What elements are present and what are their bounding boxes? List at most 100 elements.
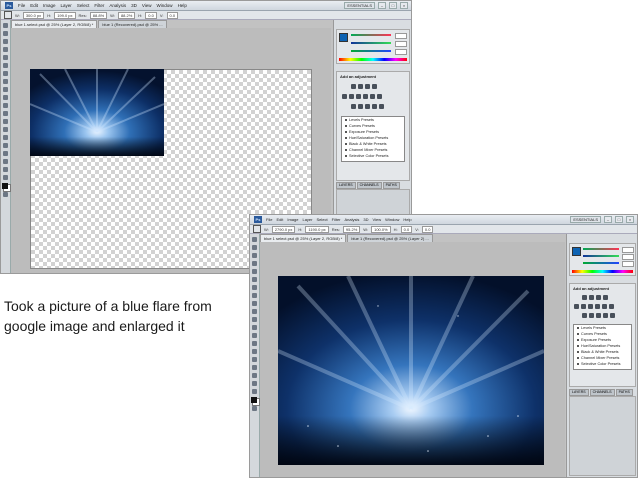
tab-channels[interactable]: CHANNELS bbox=[589, 389, 615, 396]
height-field[interactable]: 1190.0 px bbox=[305, 225, 329, 233]
foreground-color-swatch[interactable] bbox=[572, 247, 581, 256]
minimize-button[interactable]: – bbox=[604, 216, 612, 223]
menu-select[interactable]: Select bbox=[77, 3, 90, 8]
hand-tool-icon[interactable] bbox=[252, 381, 257, 386]
menu-3d[interactable]: 3D bbox=[131, 3, 137, 8]
type-tool-icon[interactable] bbox=[3, 143, 8, 148]
menu-layer[interactable]: Layer bbox=[302, 217, 312, 222]
move-tool-icon[interactable] bbox=[3, 23, 8, 28]
tab-paths[interactable]: PATHS bbox=[382, 182, 400, 189]
lasso-tool-icon[interactable] bbox=[3, 39, 8, 44]
eraser-tool-icon[interactable] bbox=[252, 317, 257, 322]
dodge-tool-icon[interactable] bbox=[3, 127, 8, 132]
menu-window[interactable]: Window bbox=[385, 217, 399, 222]
black-white-icon[interactable] bbox=[595, 304, 600, 309]
quick-select-tool-icon[interactable] bbox=[252, 261, 257, 266]
move-tool-icon[interactable] bbox=[252, 237, 257, 242]
exposure-icon[interactable] bbox=[603, 295, 608, 300]
color-balance-icon[interactable] bbox=[356, 94, 361, 99]
dodge-tool-icon[interactable] bbox=[252, 341, 257, 346]
menu-3d[interactable]: 3D bbox=[363, 217, 368, 222]
foreground-color-swatch[interactable] bbox=[339, 33, 348, 42]
menu-help[interactable]: Help bbox=[403, 217, 411, 222]
tab-document-other[interactable]: blue 1 (Recovered).psd @ 25% ... bbox=[98, 20, 167, 28]
scale-w-field[interactable]: 88.2% bbox=[117, 11, 136, 19]
blue-flare-image-enlarged[interactable] bbox=[278, 276, 544, 465]
gradient-tool-icon[interactable] bbox=[252, 325, 257, 330]
color-spectrum-bar[interactable] bbox=[572, 270, 633, 273]
width-field[interactable]: 2790.0 px bbox=[271, 225, 296, 233]
maximize-button[interactable]: □ bbox=[615, 216, 623, 223]
skew-v-field[interactable]: 0.0 bbox=[421, 225, 434, 233]
blue-slider[interactable] bbox=[351, 50, 391, 52]
green-slider[interactable] bbox=[583, 255, 619, 257]
eyedropper-tool-icon[interactable] bbox=[252, 277, 257, 282]
blue-slider[interactable] bbox=[583, 262, 619, 264]
curves-icon[interactable] bbox=[596, 295, 601, 300]
green-slider[interactable] bbox=[351, 42, 391, 44]
quick-mask-icon[interactable] bbox=[3, 192, 8, 197]
crop-tool-icon[interactable] bbox=[3, 55, 8, 60]
skew-h-field[interactable]: 0.0 bbox=[400, 225, 413, 233]
pen-tool-icon[interactable] bbox=[252, 349, 257, 354]
minimize-button[interactable]: – bbox=[378, 2, 386, 9]
menu-view[interactable]: View bbox=[373, 217, 382, 222]
height-field[interactable]: 199.0 px bbox=[54, 11, 76, 19]
history-brush-tool-icon[interactable] bbox=[252, 309, 257, 314]
blue-value-field[interactable] bbox=[622, 261, 634, 267]
brightness-icon[interactable] bbox=[351, 84, 356, 89]
type-tool-icon[interactable] bbox=[252, 357, 257, 362]
black-white-icon[interactable] bbox=[363, 94, 368, 99]
menu-filter[interactable]: Filter bbox=[94, 3, 104, 8]
pen-tool-icon[interactable] bbox=[3, 135, 8, 140]
quick-mask-icon[interactable] bbox=[252, 406, 257, 411]
menu-analysis[interactable]: Analysis bbox=[345, 217, 360, 222]
gradient-tool-icon[interactable] bbox=[3, 111, 8, 116]
history-brush-tool-icon[interactable] bbox=[3, 95, 8, 100]
menu-image[interactable]: Image bbox=[43, 3, 56, 8]
red-value-field[interactable] bbox=[395, 33, 407, 39]
exposure-icon[interactable] bbox=[372, 84, 377, 89]
marquee-tool-icon[interactable] bbox=[252, 245, 257, 250]
path-select-tool-icon[interactable] bbox=[3, 151, 8, 156]
menu-file[interactable]: File bbox=[18, 3, 25, 8]
blur-tool-icon[interactable] bbox=[252, 333, 257, 338]
menu-window[interactable]: Window bbox=[157, 3, 173, 8]
color-swatches-icon[interactable] bbox=[251, 397, 257, 403]
tab-document-active[interactable]: blue 1 select.psd @ 25% (Layer 2, RGB/8)… bbox=[260, 234, 347, 242]
transform-icon[interactable] bbox=[253, 225, 261, 233]
menu-file[interactable]: File bbox=[266, 217, 272, 222]
selective-color-icon[interactable] bbox=[610, 313, 615, 318]
eyedropper-tool-icon[interactable] bbox=[3, 63, 8, 68]
tab-layers[interactable]: LAYERS bbox=[569, 389, 589, 396]
preset-item[interactable]: Selective Color Presets bbox=[342, 153, 404, 159]
posterize-icon[interactable] bbox=[358, 104, 363, 109]
workspace-switcher[interactable]: ESSENTIALS bbox=[570, 216, 601, 223]
selective-color-icon[interactable] bbox=[379, 104, 384, 109]
shape-tool-icon[interactable] bbox=[3, 159, 8, 164]
green-value-field[interactable] bbox=[622, 254, 634, 260]
vibrance-icon[interactable] bbox=[342, 94, 347, 99]
crop-tool-icon[interactable] bbox=[252, 269, 257, 274]
tab-document-active[interactable]: blue 1.select.psd @ 25% (Layer 2, RGB/8)… bbox=[11, 20, 98, 28]
menu-edit[interactable]: Edit bbox=[276, 217, 283, 222]
shape-tool-icon[interactable] bbox=[252, 373, 257, 378]
path-select-tool-icon[interactable] bbox=[252, 365, 257, 370]
gradient-map-icon[interactable] bbox=[372, 104, 377, 109]
channel-mixer-icon[interactable] bbox=[609, 304, 614, 309]
invert-icon[interactable] bbox=[582, 313, 587, 318]
width-field[interactable]: 300.0 px bbox=[22, 11, 45, 19]
menu-analysis[interactable]: Analysis bbox=[109, 3, 126, 8]
blur-tool-icon[interactable] bbox=[3, 119, 8, 124]
stamp-tool-icon[interactable] bbox=[3, 87, 8, 92]
red-slider[interactable] bbox=[351, 34, 391, 36]
menu-select[interactable]: Select bbox=[317, 217, 328, 222]
hue-saturation-icon[interactable] bbox=[581, 304, 586, 309]
invert-icon[interactable] bbox=[351, 104, 356, 109]
menu-view[interactable]: View bbox=[142, 3, 152, 8]
healing-tool-icon[interactable] bbox=[3, 71, 8, 76]
curves-icon[interactable] bbox=[365, 84, 370, 89]
skew-h-field[interactable]: 0.0 bbox=[145, 11, 157, 19]
hand-tool-icon[interactable] bbox=[3, 167, 8, 172]
workspace-switcher[interactable]: ESSENTIALS bbox=[344, 2, 375, 9]
